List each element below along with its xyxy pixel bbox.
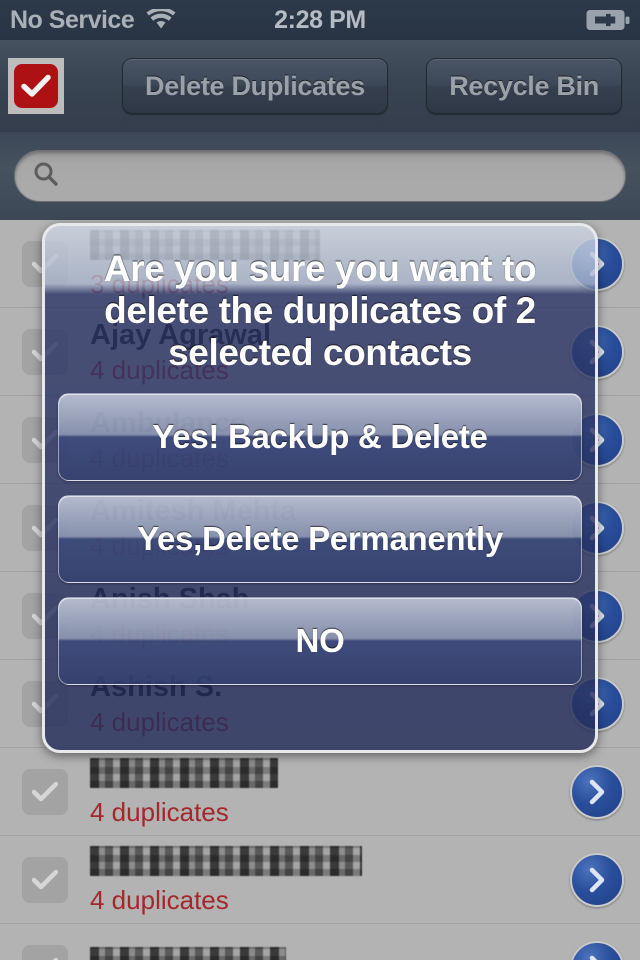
row-detail-button[interactable] xyxy=(570,940,624,960)
clock-label: 2:28 PM xyxy=(274,5,366,34)
phone-screen: No Service 2:28 PM Delete Duplicates Rec… xyxy=(0,0,640,960)
search-icon xyxy=(33,161,59,192)
row-detail-button[interactable] xyxy=(570,852,624,907)
search-field-wrapper[interactable] xyxy=(14,150,626,202)
table-row[interactable]: 4 duplicates xyxy=(0,836,640,924)
row-texts xyxy=(90,947,570,960)
search-bar xyxy=(0,132,640,220)
table-row[interactable] xyxy=(0,924,640,960)
duplicates-count: 4 duplicates xyxy=(90,797,229,827)
row-checkbox[interactable] xyxy=(22,856,68,903)
delete-duplicates-button[interactable]: Delete Duplicates xyxy=(122,58,388,114)
recycle-bin-button[interactable]: Recycle Bin xyxy=(426,58,622,114)
search-input[interactable] xyxy=(71,162,607,190)
top-toolbar: Delete Duplicates Recycle Bin xyxy=(0,40,640,132)
table-row[interactable]: 4 duplicates xyxy=(0,748,640,836)
row-texts: 4 duplicates xyxy=(90,846,570,913)
red-checkbox-icon xyxy=(14,64,58,108)
dialog-message: Are you sure you want to delete the dupl… xyxy=(103,248,537,374)
cancel-button[interactable]: NO xyxy=(58,596,582,685)
duplicates-count: 4 duplicates xyxy=(90,885,229,915)
confirm-delete-dialog: Are you sure you want to delete the dupl… xyxy=(42,223,598,753)
chevron-right-icon xyxy=(570,764,624,819)
chevron-right-icon xyxy=(570,940,624,960)
status-bar: No Service 2:28 PM xyxy=(0,0,640,40)
contact-name xyxy=(90,758,278,788)
battery-charging-icon xyxy=(586,8,630,32)
row-checkbox[interactable] xyxy=(22,768,68,815)
contact-name xyxy=(90,947,286,960)
row-texts: 4 duplicates xyxy=(90,758,570,825)
row-detail-button[interactable] xyxy=(570,764,624,819)
delete-permanently-button[interactable]: Yes,Delete Permanently xyxy=(58,494,582,583)
backup-and-delete-button[interactable]: Yes! BackUp & Delete xyxy=(58,392,582,481)
row-checkbox[interactable] xyxy=(22,944,68,960)
chevron-right-icon xyxy=(570,852,624,907)
contact-name xyxy=(90,846,362,876)
select-all-button[interactable] xyxy=(8,58,64,114)
